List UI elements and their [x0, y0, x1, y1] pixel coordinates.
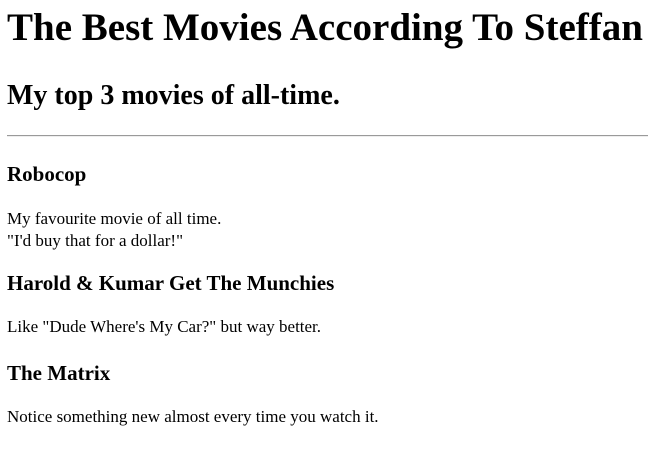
page-title: The Best Movies According To Steffan: [7, 6, 643, 49]
movie-title: The Matrix: [7, 361, 111, 385]
page-content: The Best Movies According To Steffan My …: [0, 0, 648, 428]
movie-entry-robocop: Robocop My favourite movie of all time. …: [7, 137, 648, 252]
page-subtitle: My top 3 movies of all-time.: [7, 80, 340, 111]
movie-description: Notice something new almost every time y…: [7, 385, 648, 428]
movie-description-line: Notice something new almost every time y…: [7, 407, 379, 426]
movie-quote-line: "I'd buy that for a dollar!": [7, 231, 184, 250]
movie-entry-the-matrix: The Matrix Notice something new almost e…: [7, 338, 648, 428]
movie-description: My favourite movie of all time. "I'd buy…: [7, 186, 648, 252]
movie-description-line: Like "Dude Where's My Car?" but way bett…: [7, 317, 322, 336]
movie-description: Like "Dude Where's My Car?" but way bett…: [7, 295, 648, 338]
movie-title: Robocop: [7, 162, 87, 186]
movie-entry-harold-kumar: Harold & Kumar Get The Munchies Like "Du…: [7, 252, 648, 338]
movie-title: Harold & Kumar Get The Munchies: [7, 271, 335, 295]
movie-description-line: My favourite movie of all time.: [7, 209, 222, 228]
